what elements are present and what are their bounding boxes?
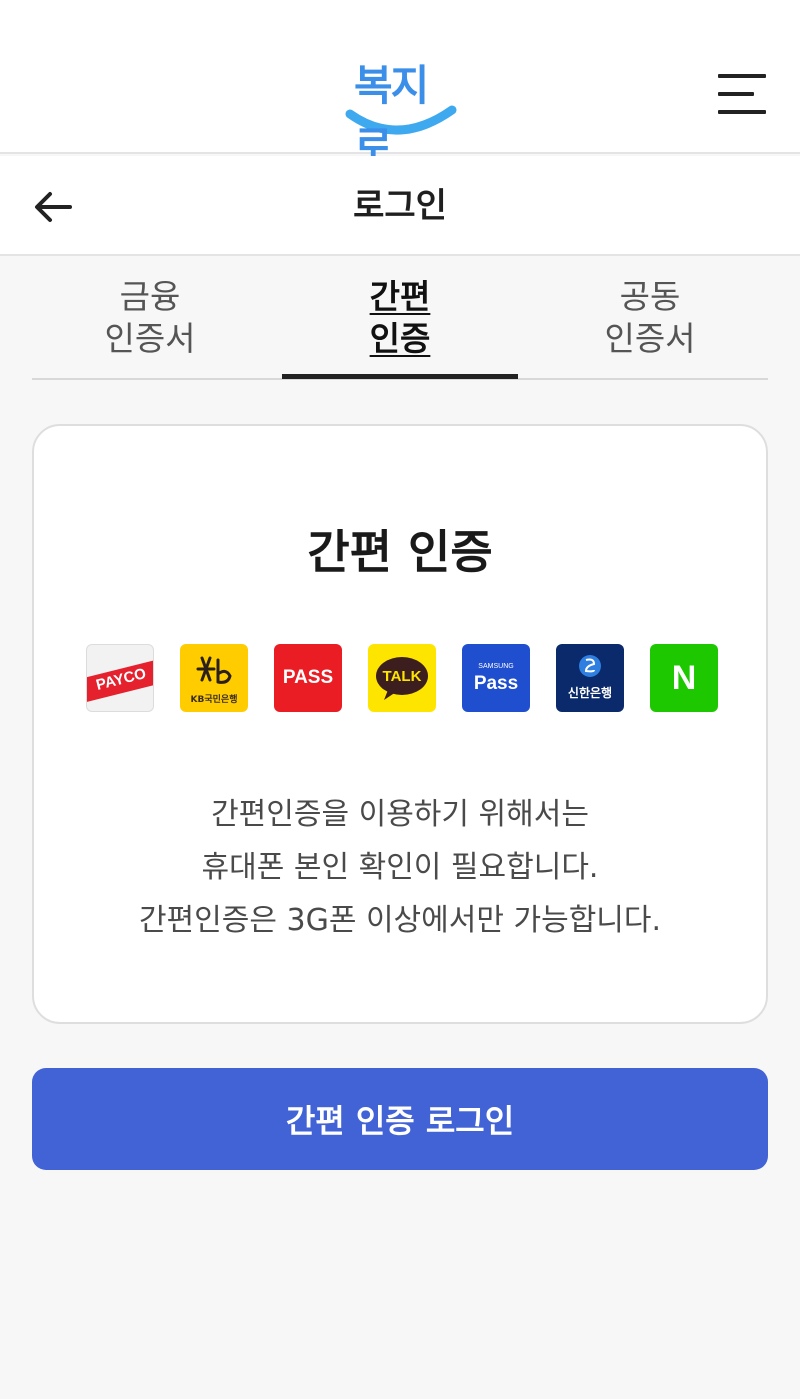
description-line: 휴대폰 본인 확인이 필요합니다. xyxy=(201,850,599,885)
tab-label-line1: 공동 xyxy=(619,277,681,316)
back-button[interactable] xyxy=(28,182,78,232)
provider-shinhan-icon[interactable]: 신한은행 xyxy=(556,644,624,712)
tab-joint-certificate[interactable]: 공동 인증서 xyxy=(532,276,768,380)
hamburger-menu-icon[interactable] xyxy=(712,70,772,118)
tab-label-line2: 인증서 xyxy=(104,319,196,358)
tab-financial-certificate[interactable]: 금융 인증서 xyxy=(32,276,268,380)
tab-label-line1: 간편 xyxy=(369,277,431,316)
provider-samsung-pass-icon[interactable]: SAMSUNG Pass xyxy=(462,644,530,712)
provider-label: PASS xyxy=(282,667,334,688)
provider-label: 신한은행 xyxy=(567,685,613,700)
provider-kb-icon[interactable]: KB국민은행 xyxy=(180,644,248,712)
description-line: 간편인증을 이용하기 위해서는 xyxy=(211,797,589,832)
provider-label: KB국민은행 xyxy=(190,694,238,705)
simple-auth-card: 간편 인증 PAYCO KB국민은행 PASS TALK SAMSUNG Pas… xyxy=(32,424,768,1024)
provider-label: Pass xyxy=(473,673,519,694)
provider-label: TALK xyxy=(382,667,422,685)
provider-kakaotalk-icon[interactable]: TALK xyxy=(368,644,436,712)
description-text: 간편인증을 이용하기 위해서는 휴대폰 본인 확인이 필요합니다. 간편인증은 … xyxy=(34,788,766,947)
sub-header: 로그인 xyxy=(0,156,800,256)
tab-simple-auth[interactable]: 간편 인증 xyxy=(282,276,518,380)
active-tab-indicator xyxy=(282,374,518,379)
tab-label-line1: 금융 xyxy=(119,277,181,316)
provider-pass-icon[interactable]: PASS xyxy=(274,644,342,712)
page-title: 로그인 xyxy=(353,186,447,226)
provider-label: PAYCO xyxy=(94,664,148,694)
card-title: 간편 인증 xyxy=(307,525,493,579)
provider-list: PAYCO KB국민은행 PASS TALK SAMSUNG Pass 신한은행… xyxy=(86,644,720,714)
description-line: 간편인증은 3G폰 이상에서만 가능합니다. xyxy=(138,903,662,938)
bokjiro-logo[interactable]: 복지로 xyxy=(340,48,460,171)
tab-label-line2: 인증 xyxy=(369,319,431,358)
simple-auth-login-button[interactable]: 간편 인증 로그인 xyxy=(32,1068,768,1170)
tab-label-line2: 인증서 xyxy=(604,319,696,358)
provider-naver-icon[interactable]: N xyxy=(650,644,718,712)
provider-payco-icon[interactable]: PAYCO xyxy=(86,644,154,712)
top-bar: 복지로 xyxy=(0,0,800,171)
provider-label: N xyxy=(671,658,697,697)
arrow-left-icon xyxy=(35,192,72,222)
auth-tabs: 금융 인증서 간편 인증 공동 인증서 xyxy=(32,268,768,380)
